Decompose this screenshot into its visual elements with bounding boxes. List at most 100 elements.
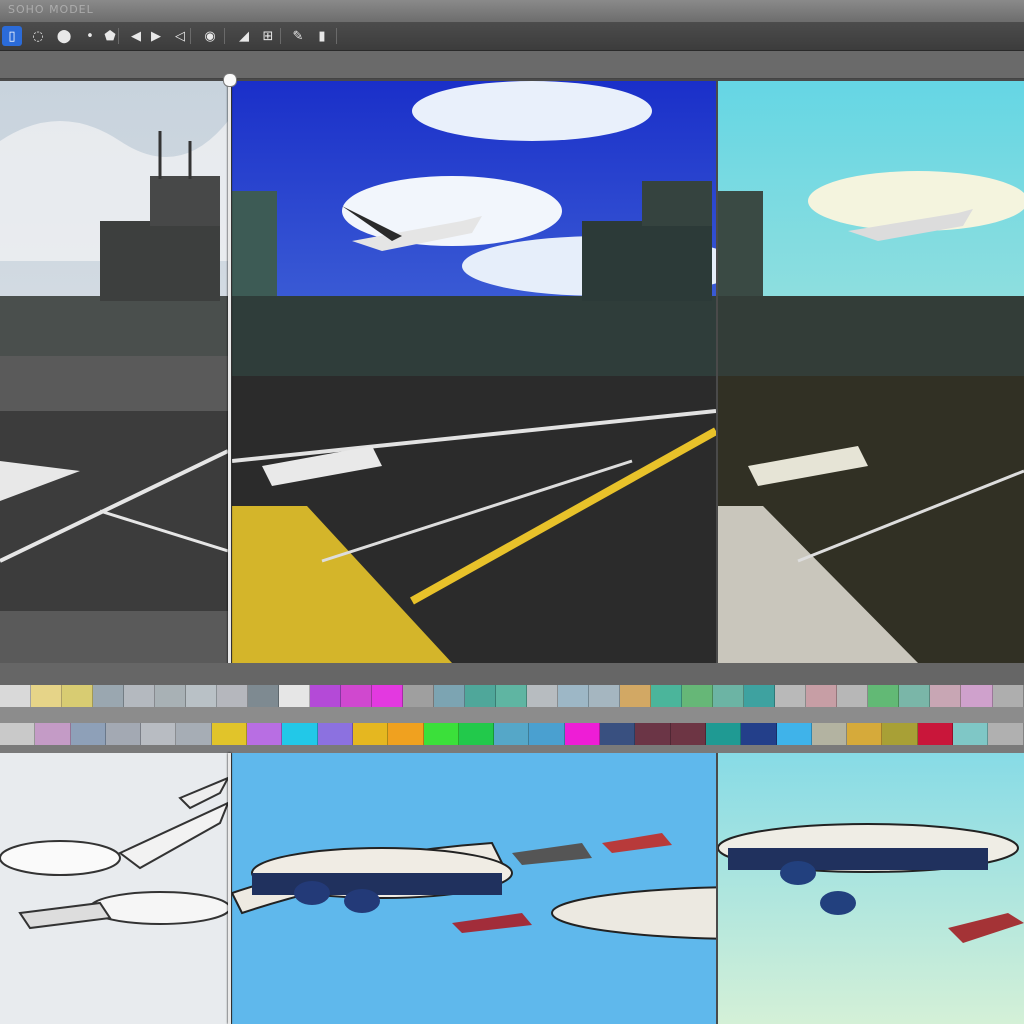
color-swatch[interactable] — [423, 723, 459, 745]
sketch-preview-top[interactable] — [0, 81, 228, 663]
crop-tool-icon[interactable]: ⊞ — [258, 26, 278, 46]
color-swatch[interactable] — [806, 685, 838, 707]
color-swatch[interactable] — [0, 685, 32, 707]
color-swatch[interactable] — [388, 723, 424, 745]
color-swatch[interactable] — [496, 685, 528, 707]
pastel-airport-image — [718, 81, 1024, 663]
color-swatch[interactable] — [744, 685, 776, 707]
color-swatch[interactable] — [141, 723, 177, 745]
color-swatch[interactable] — [558, 685, 590, 707]
color-swatch[interactable] — [992, 685, 1024, 707]
color-swatch[interactable] — [62, 685, 94, 707]
color-swatch[interactable] — [868, 685, 900, 707]
panel-separator — [0, 663, 1024, 685]
color-swatch[interactable] — [811, 723, 848, 745]
color-swatch[interactable] — [635, 723, 671, 745]
arrow-left-icon[interactable]: ◀ — [126, 26, 146, 46]
color-swatch[interactable] — [930, 685, 962, 707]
color-swatch[interactable] — [186, 685, 218, 707]
color-swatch[interactable] — [651, 685, 683, 707]
color-swatch[interactable] — [847, 723, 883, 745]
vivid-planes-image — [232, 753, 716, 1024]
color-swatch[interactable] — [124, 685, 156, 707]
color-swatch[interactable] — [31, 685, 63, 707]
split-divider-top[interactable] — [228, 79, 231, 675]
color-swatch[interactable] — [247, 723, 283, 745]
sketch-preview-bottom[interactable] — [0, 753, 228, 1024]
color-swatch[interactable] — [713, 685, 745, 707]
color-swatch[interactable] — [620, 685, 652, 707]
color-swatch[interactable] — [600, 723, 636, 745]
color-swatch[interactable] — [372, 685, 404, 707]
toolbar-separator — [280, 28, 281, 44]
color-swatch[interactable] — [882, 723, 918, 745]
arrow-right-icon[interactable]: ▶ — [146, 26, 166, 46]
color-swatch[interactable] — [310, 685, 342, 707]
select-tool-icon[interactable]: ▯ — [2, 26, 22, 46]
pastel-preview-top[interactable] — [718, 81, 1024, 663]
sketch-planes-image — [0, 753, 228, 1024]
shape-tool-icon[interactable]: ◢ — [234, 26, 254, 46]
vivid-airport-image — [232, 81, 716, 663]
vivid-preview-top[interactable] — [232, 81, 716, 663]
color-swatch[interactable] — [0, 723, 36, 745]
brush-tool-icon[interactable]: ⬤ — [54, 26, 74, 46]
color-swatch[interactable] — [93, 685, 125, 707]
color-swatch[interactable] — [458, 723, 495, 745]
color-swatch[interactable] — [527, 685, 559, 707]
color-swatch[interactable] — [35, 723, 71, 745]
color-swatch[interactable] — [155, 685, 187, 707]
undo-icon[interactable]: ◁ — [170, 26, 190, 46]
color-swatch[interactable] — [465, 685, 497, 707]
dot-tool-icon[interactable]: • — [80, 26, 100, 46]
toolbar-separator — [118, 28, 119, 44]
color-swatch[interactable] — [105, 723, 142, 745]
vivid-preview-bottom[interactable] — [232, 753, 716, 1024]
lasso-tool-icon[interactable]: ◌ — [28, 26, 48, 46]
pastel-planes-image — [718, 753, 1024, 1024]
color-swatch[interactable] — [776, 723, 812, 745]
split-divider-bottom[interactable] — [228, 753, 231, 1024]
color-swatch[interactable] — [953, 723, 989, 745]
toolbar: ▯ ◌ ⬤ • ⬟ ◀ ▶ ◁ ◉ ◢ ⊞ ✎ ▮ — [0, 22, 1024, 51]
color-swatch[interactable] — [217, 685, 249, 707]
color-swatch[interactable] — [248, 685, 280, 707]
window-title: SOHO MODEL — [8, 3, 94, 16]
color-swatch[interactable] — [670, 723, 706, 745]
color-swatch[interactable] — [176, 723, 212, 745]
color-swatch[interactable] — [961, 685, 993, 707]
color-swatch[interactable] — [529, 723, 565, 745]
color-swatch[interactable] — [70, 723, 106, 745]
color-swatch[interactable] — [403, 685, 435, 707]
color-swatch[interactable] — [741, 723, 777, 745]
toolbar-separator — [336, 28, 337, 44]
bucket-tool-icon[interactable]: ▮ — [312, 26, 332, 46]
color-swatch[interactable] — [211, 723, 248, 745]
pastel-preview-bottom[interactable] — [718, 753, 1024, 1024]
pen-tool-icon[interactable]: ✎ — [288, 26, 308, 46]
workspace — [0, 73, 1024, 1024]
color-swatch[interactable] — [837, 685, 869, 707]
color-swatch[interactable] — [705, 723, 742, 745]
palette-separator — [0, 707, 1024, 723]
color-swatch[interactable] — [899, 685, 931, 707]
color-swatch[interactable] — [341, 685, 373, 707]
color-swatch[interactable] — [988, 723, 1024, 745]
color-swatch[interactable] — [917, 723, 954, 745]
title-bar: SOHO MODEL — [0, 0, 1024, 23]
options-bar — [0, 51, 1024, 79]
toolbar-separator — [190, 28, 191, 44]
color-swatch[interactable] — [589, 685, 621, 707]
color-swatch[interactable] — [434, 685, 466, 707]
color-swatch[interactable] — [282, 723, 318, 745]
color-swatch[interactable] — [494, 723, 530, 745]
color-swatch[interactable] — [279, 685, 311, 707]
color-swatch[interactable] — [564, 723, 601, 745]
color-swatch[interactable] — [352, 723, 389, 745]
color-swatch[interactable] — [775, 685, 807, 707]
eye-icon[interactable]: ◉ — [200, 26, 220, 46]
color-swatch[interactable] — [682, 685, 714, 707]
color-swatch[interactable] — [317, 723, 353, 745]
gem-tool-icon[interactable]: ⬟ — [100, 26, 120, 46]
split-handle-top[interactable] — [223, 73, 237, 87]
